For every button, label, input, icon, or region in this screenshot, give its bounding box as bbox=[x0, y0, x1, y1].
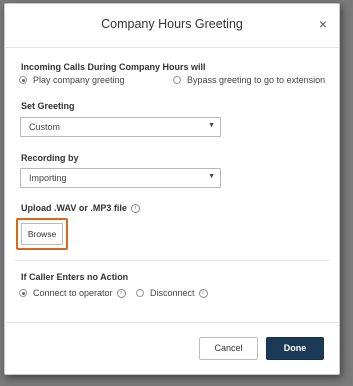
radio-connect-operator-label: Connect to operator bbox=[33, 288, 113, 298]
browse-button[interactable]: Browse bbox=[21, 223, 63, 245]
radio-disconnect[interactable]: Disconnect i bbox=[136, 288, 208, 298]
set-greeting-label: Set Greeting bbox=[21, 101, 75, 111]
recording-by-select[interactable]: Importing ▼ bbox=[20, 168, 221, 188]
company-hours-greeting-dialog: Company Hours Greeting × Incoming Calls … bbox=[4, 3, 340, 375]
set-greeting-select[interactable]: Custom ▼ bbox=[20, 117, 221, 137]
section-divider bbox=[15, 260, 329, 261]
info-icon[interactable]: i bbox=[198, 288, 208, 298]
radio-bypass-greeting[interactable]: Bypass greeting to go to extension bbox=[173, 75, 325, 85]
close-icon[interactable]: × bbox=[319, 16, 327, 32]
radio-disconnect-label: Disconnect bbox=[150, 288, 195, 298]
chevron-down-icon: ▼ bbox=[208, 122, 215, 129]
info-icon[interactable]: i bbox=[116, 288, 126, 298]
dialog-title: Company Hours Greeting bbox=[101, 17, 243, 31]
recording-by-label: Recording by bbox=[21, 153, 79, 163]
done-button[interactable]: Done bbox=[266, 337, 324, 360]
dialog-header: Company Hours Greeting × bbox=[5, 4, 339, 48]
radio-button-checked[interactable] bbox=[19, 289, 27, 297]
cancel-button[interactable]: Cancel bbox=[199, 337, 258, 360]
recording-by-value: Importing bbox=[29, 173, 67, 183]
radio-button[interactable] bbox=[136, 289, 144, 297]
radio-connect-operator[interactable]: Connect to operator i bbox=[19, 288, 126, 298]
radio-play-greeting-label: Play company greeting bbox=[33, 75, 125, 85]
upload-label-text: Upload .WAV or .MP3 file bbox=[21, 203, 127, 213]
info-icon[interactable]: i bbox=[130, 204, 140, 214]
upload-label: Upload .WAV or .MP3 file i bbox=[21, 203, 140, 214]
browse-highlight: Browse bbox=[16, 218, 68, 250]
incoming-calls-label: Incoming Calls During Company Hours will bbox=[21, 62, 206, 72]
radio-play-greeting[interactable]: Play company greeting bbox=[19, 75, 125, 85]
radio-button-checked[interactable] bbox=[19, 76, 27, 84]
radio-button[interactable] bbox=[173, 76, 181, 84]
radio-bypass-greeting-label: Bypass greeting to go to extension bbox=[187, 75, 326, 85]
chevron-down-icon: ▼ bbox=[208, 173, 215, 180]
footer-divider bbox=[5, 322, 339, 323]
set-greeting-value: Custom bbox=[29, 122, 61, 132]
no-action-label: If Caller Enters no Action bbox=[21, 272, 129, 282]
